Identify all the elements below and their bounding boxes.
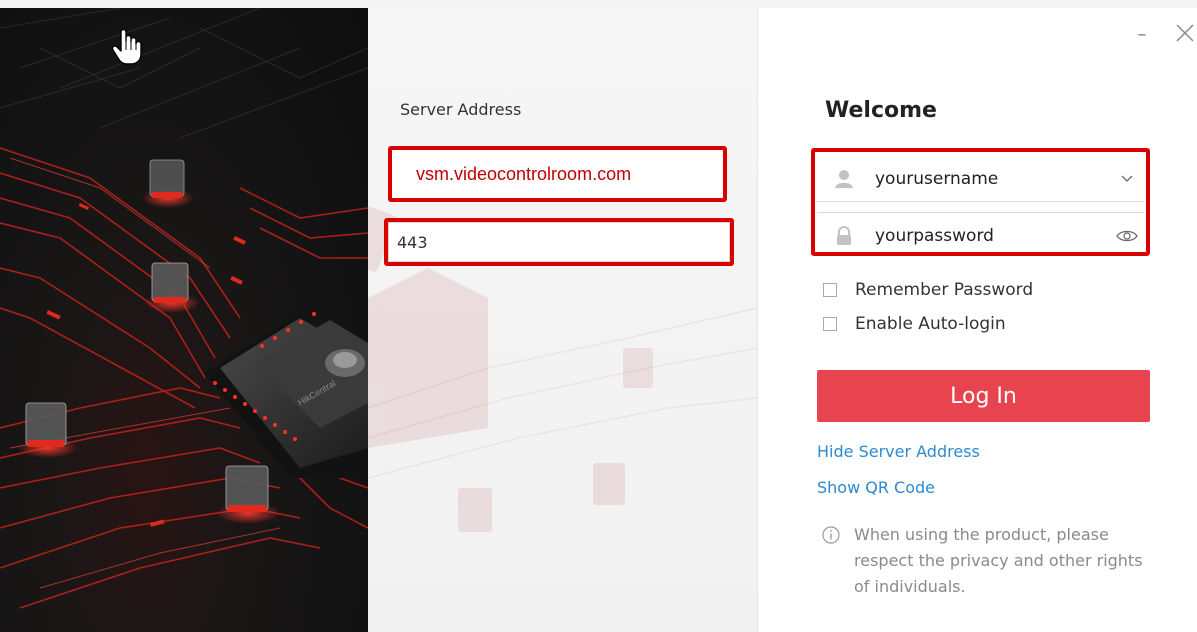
window-top-strip [0,0,1197,8]
privacy-notice-text: When using the product, please respect t… [854,525,1143,596]
remember-password-label: Remember Password [855,280,1034,300]
checkbox-box[interactable] [823,317,837,331]
port-highlight-box [384,218,734,266]
info-icon [822,526,840,544]
privacy-notice: When using the product, please respect t… [822,522,1152,600]
credentials-highlight-box [811,148,1150,256]
show-qr-code-link[interactable]: Show QR Code [817,478,935,497]
auto-login-label: Enable Auto-login [855,314,1006,334]
hide-server-address-link[interactable]: Hide Server Address [817,442,980,461]
minimize-button[interactable]: – [1132,26,1152,46]
checkbox-box[interactable] [823,283,837,297]
minimize-icon: – [1137,24,1147,45]
server-address-label: Server Address [400,100,522,119]
hero-artwork: HikCentral [0,8,368,632]
remember-password-checkbox[interactable]: Remember Password [823,280,1033,300]
address-highlight-box [388,146,727,202]
circuit-illustration: HikCentral [0,8,368,609]
login-button[interactable]: Log In [817,370,1150,422]
close-icon[interactable] [1172,20,1197,46]
welcome-title: Welcome [825,98,937,123]
auto-login-checkbox[interactable]: Enable Auto-login [823,314,1006,334]
hand-cursor-icon [112,28,142,65]
